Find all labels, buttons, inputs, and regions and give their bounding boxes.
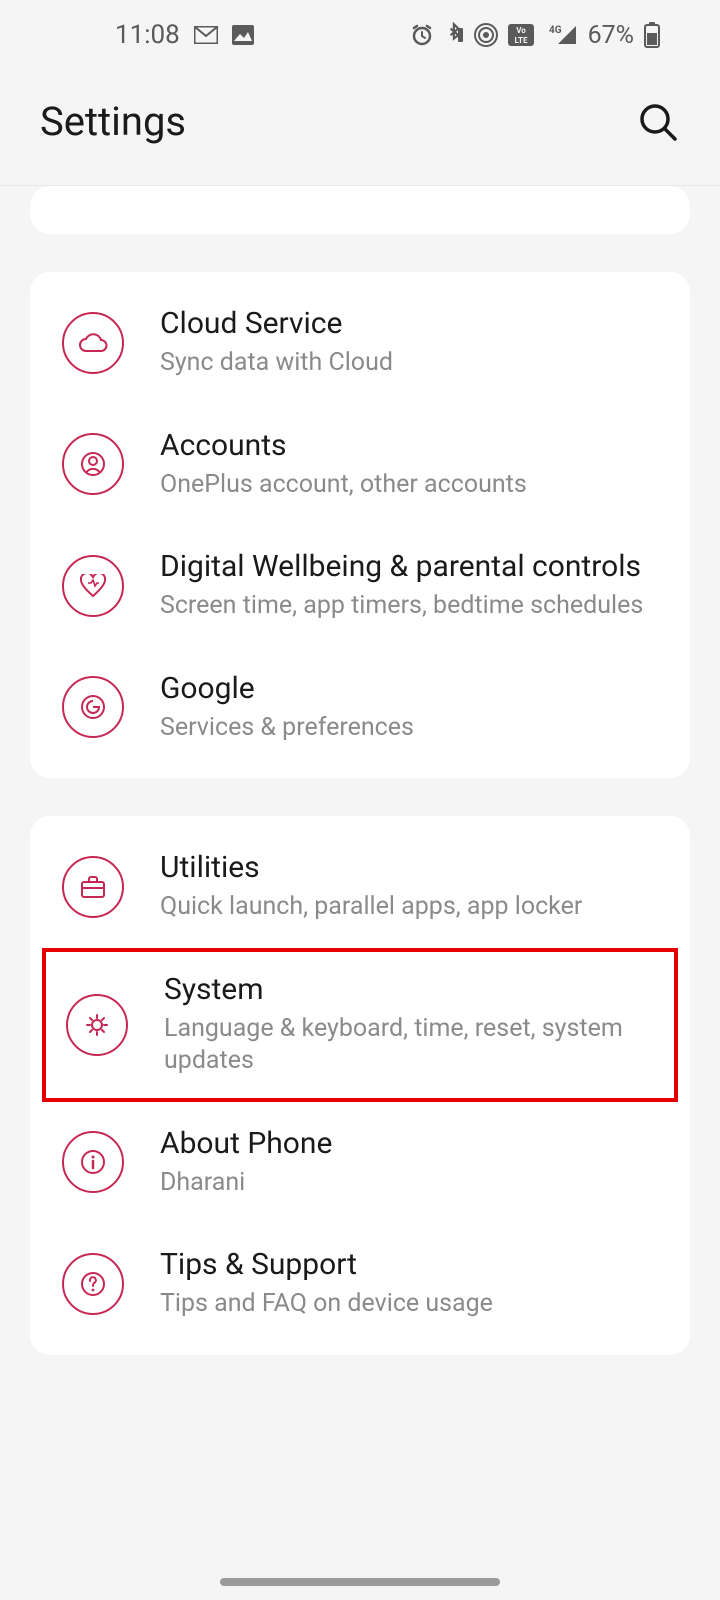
settings-item-accounts[interactable]: Accounts OnePlus account, other accounts — [30, 404, 690, 526]
status-left: 11:08 — [115, 20, 254, 50]
svg-text:LTE: LTE — [514, 36, 527, 45]
item-title: About Phone — [160, 1126, 658, 1161]
battery-icon — [644, 22, 660, 48]
battery-text: 67% — [588, 21, 634, 50]
item-title: Cloud Service — [160, 306, 658, 341]
person-icon — [62, 433, 124, 495]
settings-item-utilities[interactable]: Utilities Quick launch, parallel apps, a… — [30, 826, 690, 948]
item-subtitle: Language & keyboard, time, reset, system… — [164, 1013, 654, 1078]
briefcase-icon — [62, 856, 124, 918]
item-subtitle: OnePlus account, other accounts — [160, 469, 658, 502]
item-subtitle: Sync data with Cloud — [160, 347, 658, 380]
accounts-services-group: Cloud Service Sync data with Cloud Accou… — [30, 272, 690, 778]
search-button[interactable] — [636, 100, 680, 144]
gear-icon — [66, 994, 128, 1056]
info-icon — [62, 1131, 124, 1193]
svg-text:4G: 4G — [549, 25, 562, 36]
gmail-icon — [194, 26, 218, 44]
item-subtitle: Quick launch, parallel apps, app locker — [160, 891, 658, 924]
navigation-handle[interactable] — [220, 1578, 500, 1586]
settings-content: Cloud Service Sync data with Cloud Accou… — [0, 186, 720, 1355]
heart-icon — [62, 555, 124, 617]
hotspot-icon — [474, 23, 498, 47]
settings-item-google[interactable]: Google Services & preferences — [30, 647, 690, 769]
item-subtitle: Services & preferences — [160, 712, 658, 745]
item-title: Utilities — [160, 850, 658, 885]
app-header: Settings — [0, 70, 720, 186]
bluetooth-icon — [444, 22, 464, 48]
item-title: Accounts — [160, 428, 658, 463]
settings-item-system[interactable]: System Language & keyboard, time, reset,… — [42, 948, 678, 1102]
settings-item-cloud-service[interactable]: Cloud Service Sync data with Cloud — [30, 282, 690, 404]
svg-text:Vo: Vo — [516, 26, 526, 35]
search-icon — [638, 102, 678, 142]
settings-item-about-phone[interactable]: About Phone Dharani — [30, 1102, 690, 1224]
status-bar: 11:08 VoLTE 4G 67% — [0, 0, 720, 70]
item-subtitle: Dharani — [160, 1167, 658, 1200]
help-icon — [62, 1253, 124, 1315]
google-icon — [62, 676, 124, 738]
item-title: Digital Wellbeing & parental controls — [160, 549, 658, 584]
alarm-icon — [410, 23, 434, 47]
status-time: 11:08 — [115, 20, 180, 50]
item-title: System — [164, 972, 654, 1007]
item-title: Tips & Support — [160, 1247, 658, 1282]
system-utilities-group: Utilities Quick launch, parallel apps, a… — [30, 816, 690, 1355]
cloud-icon — [62, 312, 124, 374]
volte-icon: VoLTE — [508, 24, 534, 46]
settings-item-digital-wellbeing[interactable]: Digital Wellbeing & parental controls Sc… — [30, 525, 690, 647]
item-subtitle: Screen time, app timers, bedtime schedul… — [160, 590, 658, 623]
photos-icon — [232, 25, 254, 45]
item-title: Google — [160, 671, 658, 706]
settings-item-tips-support[interactable]: Tips & Support Tips and FAQ on device us… — [30, 1223, 690, 1345]
item-subtitle: Tips and FAQ on device usage — [160, 1288, 658, 1321]
page-title: Settings — [40, 98, 186, 145]
status-right: VoLTE 4G 67% — [410, 21, 660, 50]
previous-card-tail — [30, 186, 690, 234]
signal-icon: 4G — [544, 24, 578, 46]
